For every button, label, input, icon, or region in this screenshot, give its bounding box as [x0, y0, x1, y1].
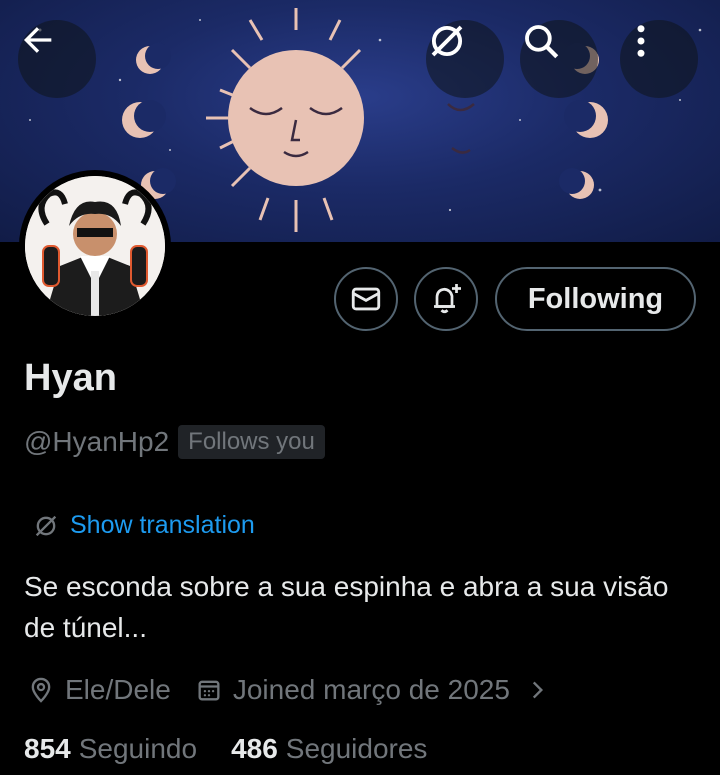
joined-date-text: Joined março de 2025 — [232, 674, 510, 705]
profile-avatar[interactable] — [19, 170, 171, 322]
translate-button[interactable] — [426, 20, 504, 98]
bell-plus-icon — [434, 284, 461, 314]
display-name: Hyan — [24, 357, 117, 399]
translate-icon — [35, 515, 57, 536]
chevron-right-icon — [532, 681, 543, 699]
show-translation-label: Show translation — [70, 511, 255, 539]
calendar-icon — [198, 680, 220, 701]
search-icon — [525, 25, 559, 59]
follow-stats: 854 Seguindo 486 Seguidores — [24, 733, 427, 765]
followers-count: 486 — [231, 733, 278, 764]
notifications-button[interactable] — [414, 267, 478, 331]
followers-label: Seguidores — [285, 733, 428, 764]
user-handle: @HyanHp2 — [24, 426, 170, 457]
profile-meta[interactable]: Ele/Dele Joined março de 2025 — [27, 670, 550, 710]
translate-icon — [431, 25, 463, 57]
avatar-image — [25, 176, 165, 316]
search-button[interactable] — [520, 20, 598, 98]
location-pin-icon — [31, 677, 51, 703]
envelope-icon — [351, 287, 381, 311]
pronouns-text: Ele/Dele — [65, 674, 171, 705]
more-vertical-icon — [637, 25, 645, 57]
followers-stat[interactable]: 486 Seguidores — [231, 733, 427, 765]
arrow-left-icon — [24, 27, 52, 53]
message-button[interactable] — [334, 267, 398, 331]
following-label: Seguindo — [78, 733, 198, 764]
following-count: 854 — [24, 733, 71, 764]
show-translation-link[interactable]: Show translation — [32, 511, 255, 540]
follows-you-badge: Follows you — [178, 425, 325, 459]
more-options-button[interactable] — [620, 20, 698, 98]
following-button[interactable]: Following — [495, 267, 696, 331]
handle-row: @HyanHp2 Follows you — [24, 425, 325, 459]
profile-bio: Se esconda sobre a sua espinha e abra a … — [24, 571, 669, 643]
following-stat[interactable]: 854 Seguindo — [24, 733, 197, 765]
back-button[interactable] — [18, 20, 96, 98]
